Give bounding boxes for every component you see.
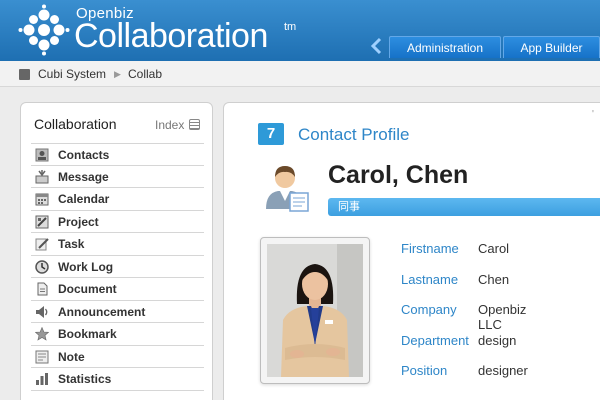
field-value-company: Openbiz LLC bbox=[478, 302, 527, 332]
field-label-company: Company bbox=[401, 302, 457, 317]
breadcrumb-item-collab[interactable]: Collab bbox=[128, 67, 162, 81]
brand-title: Collaboration bbox=[74, 17, 268, 55]
sidebar-item-note[interactable]: Note bbox=[31, 346, 204, 368]
field-label-position: Position bbox=[401, 363, 448, 378]
contact-photo-frame bbox=[260, 237, 370, 384]
sidebar-item-project[interactable]: Project bbox=[31, 211, 204, 233]
announcement-icon bbox=[36, 305, 48, 318]
field-label-firstname: Firstname bbox=[401, 241, 459, 256]
main-panel: 7 Contact Profile ' Carol, Chen 同事 First… bbox=[223, 102, 600, 400]
project-icon bbox=[35, 215, 49, 228]
breadcrumb: Cubi System ▶ Collab bbox=[0, 61, 600, 87]
section-title: Contact Profile bbox=[298, 125, 410, 144]
sidebar-item-label: Document bbox=[58, 282, 117, 296]
sidebar-item-work-log[interactable]: Work Log bbox=[31, 256, 204, 278]
contacts-icon bbox=[35, 148, 49, 162]
sidebar-item-label: Message bbox=[58, 169, 109, 184]
contact-person-icon bbox=[266, 166, 309, 212]
field-value-department: design bbox=[478, 332, 517, 348]
sidebar-index-link[interactable]: Index bbox=[155, 118, 184, 132]
note-icon bbox=[35, 350, 49, 363]
sidebar-item-label: Work Log bbox=[58, 259, 114, 274]
nav-back-arrow-icon[interactable] bbox=[369, 37, 383, 55]
breadcrumb-separator-icon: ▶ bbox=[114, 69, 121, 79]
corner-mark: ' bbox=[592, 109, 594, 120]
field-value-lastname: Chen bbox=[478, 271, 510, 287]
tab-app-builder[interactable]: App Builder bbox=[503, 36, 600, 58]
section-number-badge: 7 bbox=[258, 123, 284, 145]
tab-administration[interactable]: Administration bbox=[389, 36, 501, 58]
index-list-icon[interactable] bbox=[189, 119, 200, 130]
document-icon bbox=[37, 282, 48, 296]
openbiz-flower-logo-icon bbox=[18, 4, 70, 56]
sidebar-item-document[interactable]: Document bbox=[31, 278, 204, 301]
sidebar: Collaboration Index Contacts Message Cal… bbox=[20, 102, 213, 400]
sidebar-item-contacts[interactable]: Contacts bbox=[31, 143, 204, 166]
sidebar-item-label: Project bbox=[58, 214, 99, 229]
sidebar-item-statistics[interactable]: Statistics bbox=[31, 368, 204, 391]
sidebar-item-label: Statistics bbox=[58, 372, 112, 386]
sidebar-item-label: Bookmark bbox=[58, 327, 117, 341]
field-value-firstname: Carol bbox=[478, 241, 510, 256]
app-header: Openbiz Collaboration tm Administration … bbox=[0, 0, 600, 61]
field-label-department: Department bbox=[401, 332, 469, 348]
sidebar-item-label: Announcement bbox=[58, 304, 146, 319]
sidebar-item-label: Calendar bbox=[58, 192, 110, 206]
field-label-lastname: Lastname bbox=[401, 271, 459, 287]
worklog-icon bbox=[35, 259, 49, 274]
bookmark-icon bbox=[35, 327, 49, 341]
sidebar-item-task[interactable]: Task bbox=[31, 233, 204, 256]
task-icon bbox=[35, 238, 49, 251]
statistics-icon bbox=[36, 373, 48, 385]
sidebar-title: Collaboration bbox=[34, 116, 117, 132]
message-icon bbox=[35, 169, 49, 183]
sidebar-menu: Contacts Message Calendar Project Task W… bbox=[31, 143, 204, 391]
brand-trademark: tm bbox=[284, 21, 297, 33]
breadcrumb-item-cubi-system[interactable]: Cubi System bbox=[38, 67, 106, 81]
contact-tag: 同事 bbox=[328, 198, 600, 216]
sidebar-item-bookmark[interactable]: Bookmark bbox=[31, 323, 204, 346]
sidebar-item-calendar[interactable]: Calendar bbox=[31, 188, 204, 211]
sidebar-item-label: Note bbox=[58, 349, 85, 364]
home-icon bbox=[19, 69, 30, 80]
contact-photo bbox=[267, 244, 363, 377]
sidebar-item-message[interactable]: Message bbox=[31, 166, 204, 188]
calendar-icon bbox=[35, 193, 49, 206]
sidebar-item-label: Contacts bbox=[58, 148, 110, 162]
sidebar-item-label: Task bbox=[58, 237, 85, 251]
field-value-position: designer bbox=[478, 363, 528, 378]
sidebar-item-announcement[interactable]: Announcement bbox=[31, 301, 204, 323]
contact-name: Carol, Chen bbox=[328, 161, 469, 189]
